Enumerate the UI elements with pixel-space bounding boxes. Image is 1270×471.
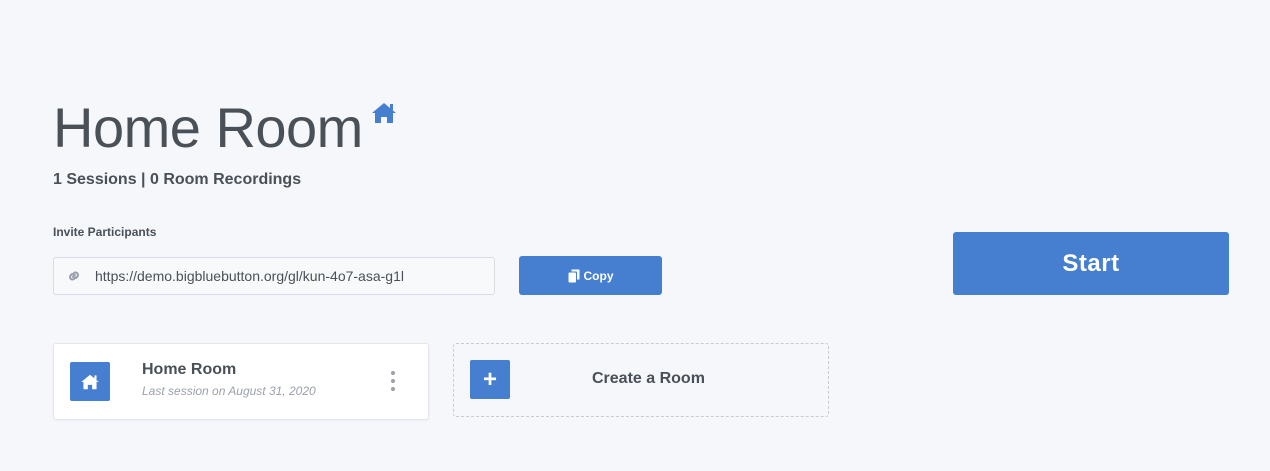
room-card[interactable]: Home Room Last session on August 31, 202… bbox=[53, 343, 429, 420]
copy-button[interactable]: Copy bbox=[519, 256, 662, 295]
room-card-name: Home Room bbox=[142, 361, 237, 378]
invite-url-field[interactable]: https://demo.bigbluebutton.org/gl/kun-4o… bbox=[53, 257, 495, 295]
room-stats: 1 Sessions | 0 Room Recordings bbox=[53, 171, 302, 188]
more-vertical-icon[interactable] bbox=[388, 371, 398, 391]
link-icon bbox=[66, 268, 82, 284]
invite-label: Invite Participants bbox=[53, 225, 157, 239]
plus-icon: + bbox=[470, 360, 510, 399]
room-card-home-icon bbox=[70, 362, 110, 401]
page-title: Home Room bbox=[53, 96, 363, 159]
copy-button-label: Copy bbox=[583, 268, 614, 283]
room-card-last-session: Last session on August 31, 2020 bbox=[142, 384, 316, 398]
create-room-card[interactable]: + Create a Room bbox=[453, 343, 829, 417]
copy-icon bbox=[568, 269, 580, 283]
start-button[interactable]: Start bbox=[953, 232, 1229, 295]
create-room-label: Create a Room bbox=[592, 370, 705, 387]
room-page: Home Room 1 Sessions | 0 Room Recordings… bbox=[0, 0, 1270, 471]
home-icon bbox=[371, 102, 397, 124]
title-row: Home Room bbox=[53, 96, 397, 160]
invite-url-text: https://demo.bigbluebutton.org/gl/kun-4o… bbox=[95, 268, 404, 284]
